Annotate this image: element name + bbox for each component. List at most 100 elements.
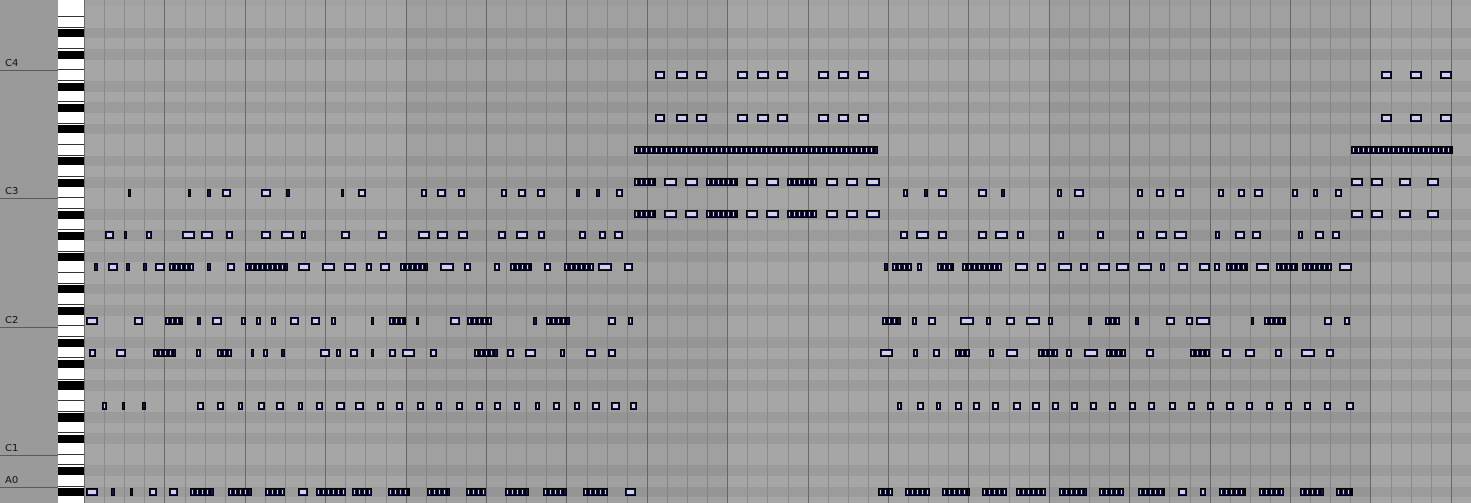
midi-note[interactable] [227,348,232,357]
piano-black-key[interactable] [58,466,84,475]
midi-note[interactable] [933,348,940,357]
midi-note[interactable] [285,263,288,272]
midi-note[interactable] [544,263,551,272]
midi-note[interactable] [1156,188,1164,197]
midi-note[interactable] [122,402,125,411]
midi-note[interactable] [1256,263,1269,272]
midi-note[interactable] [592,402,600,411]
midi-note[interactable] [560,348,565,357]
midi-note[interactable] [1298,231,1303,240]
midi-note[interactable] [421,188,427,197]
midi-note[interactable] [1148,402,1155,411]
midi-note[interactable] [818,71,829,80]
midi-note[interactable] [973,402,980,411]
midi-note[interactable] [416,316,419,325]
midi-note[interactable] [111,487,115,496]
midi-note[interactable] [251,348,254,357]
midi-note[interactable] [258,402,265,411]
midi-note[interactable] [276,402,284,411]
midi-note[interactable] [938,188,947,197]
midi-note[interactable] [676,114,688,123]
midi-note[interactable] [280,487,285,496]
midi-note[interactable] [102,402,107,411]
midi-note[interactable] [402,348,415,357]
midi-note[interactable] [1292,188,1298,197]
piano-white-key[interactable] [58,454,84,466]
midi-note[interactable] [142,402,146,411]
midi-note[interactable] [676,71,688,80]
midi-note[interactable] [655,71,665,80]
midi-note[interactable] [917,402,924,411]
midi-note[interactable] [978,188,987,197]
midi-note[interactable] [916,231,929,240]
piano-black-key[interactable] [58,50,84,59]
piano-white-key[interactable] [58,6,84,18]
midi-note[interactable] [1279,487,1284,496]
midi-note[interactable] [858,114,869,123]
midi-note[interactable] [182,231,195,240]
midi-note[interactable] [1137,231,1144,240]
midi-note[interactable] [1371,178,1383,187]
midi-note[interactable] [418,231,430,240]
midi-note[interactable] [1071,402,1078,411]
midi-note[interactable] [227,263,235,272]
midi-note[interactable] [331,316,336,325]
midi-note[interactable] [1251,316,1254,325]
midi-note[interactable] [143,263,147,272]
midi-note[interactable] [1218,188,1224,197]
midi-note[interactable] [116,348,126,357]
midi-note[interactable] [358,188,366,197]
midi-note[interactable] [1427,178,1439,187]
piano-white-key[interactable] [58,369,84,380]
midi-note[interactable] [938,231,947,240]
midi-note[interactable] [880,348,893,357]
midi-note[interactable] [1129,402,1136,411]
midi-note[interactable] [655,114,665,123]
piano-black-key[interactable] [58,210,84,219]
midi-note[interactable] [608,348,616,357]
midi-note[interactable] [1090,402,1097,411]
midi-note[interactable] [222,188,231,197]
midi-note[interactable] [1226,402,1234,411]
midi-note[interactable] [1013,402,1021,411]
midi-note[interactable] [1138,263,1152,272]
midi-note[interactable] [1245,348,1255,357]
midi-note[interactable] [440,263,454,272]
midi-note[interactable] [86,487,98,496]
piano-white-key[interactable] [58,166,84,178]
midi-note[interactable] [514,402,520,411]
midi-note[interactable] [598,263,612,272]
midi-note[interactable] [603,487,608,496]
midi-note[interactable] [777,71,788,80]
midi-note[interactable] [553,402,560,411]
midi-note[interactable] [1178,487,1187,496]
midi-note[interactable] [997,263,1002,272]
piano-white-key[interactable] [58,390,84,402]
midi-note[interactable] [436,402,442,411]
midi-note[interactable] [696,114,707,123]
midi-note[interactable] [155,263,165,272]
midi-note[interactable] [928,316,936,325]
midi-note[interactable] [955,402,962,411]
midi-note[interactable] [1351,210,1363,219]
midi-note[interactable] [336,402,345,411]
midi-note[interactable] [1116,263,1129,272]
midi-note[interactable] [1119,487,1124,496]
piano-black-key[interactable] [58,306,84,315]
piano-white-key[interactable] [58,262,84,274]
midi-note[interactable] [1275,348,1282,357]
midi-note[interactable] [447,487,450,496]
midi-note[interactable] [430,348,437,357]
midi-note[interactable] [396,402,403,411]
midi-note[interactable] [197,316,201,325]
piano-black-key[interactable] [58,103,84,113]
midi-note[interactable] [173,348,176,357]
midi-note[interactable] [263,348,268,357]
midi-note[interactable] [664,178,677,187]
midi-note[interactable] [992,402,999,411]
midi-note[interactable] [1135,316,1139,325]
midi-note[interactable] [1399,210,1411,219]
midi-note[interactable] [900,231,908,240]
piano-black-key[interactable] [58,157,84,166]
piano-white-key[interactable] [58,273,84,284]
